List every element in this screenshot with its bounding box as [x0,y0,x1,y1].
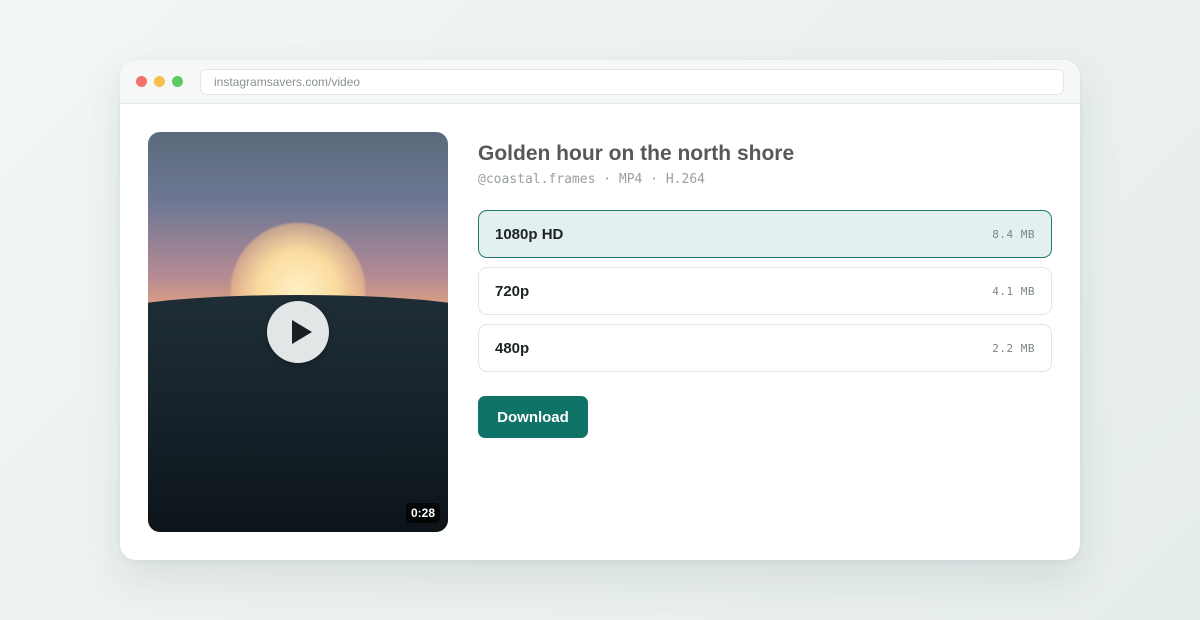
close-window-dot[interactable] [136,76,147,87]
video-title: Golden hour on the north shore [478,142,795,165]
minimize-window-dot[interactable] [154,76,165,87]
video-preview[interactable]: 0:28 [148,132,448,532]
file-size: 2.2 MB [992,342,1035,355]
download-button[interactable]: Download [478,396,588,438]
play-button[interactable] [267,301,329,363]
quality-label: 720p [495,283,530,300]
play-icon [292,320,312,344]
video-meta: @coastal.frames · MP4 · H.264 [478,172,705,187]
browser-titlebar: instagramsavers.com/video [120,60,1080,104]
browser-window: instagramsavers.com/video 0:28 Golden ho… [120,60,1080,560]
quality-option-720p[interactable]: 720p 4.1 MB [478,267,1052,315]
quality-label: 1080p HD [495,226,564,243]
maximize-window-dot[interactable] [172,76,183,87]
quality-label: 480p [495,340,530,357]
file-size: 4.1 MB [992,285,1035,298]
quality-option-480p[interactable]: 480p 2.2 MB [478,324,1052,372]
file-size: 8.4 MB [992,228,1035,241]
duration-badge: 0:28 [405,503,440,523]
quality-option-1080p[interactable]: 1080p HD 8.4 MB [478,210,1052,258]
address-bar[interactable]: instagramsavers.com/video [200,69,1064,95]
